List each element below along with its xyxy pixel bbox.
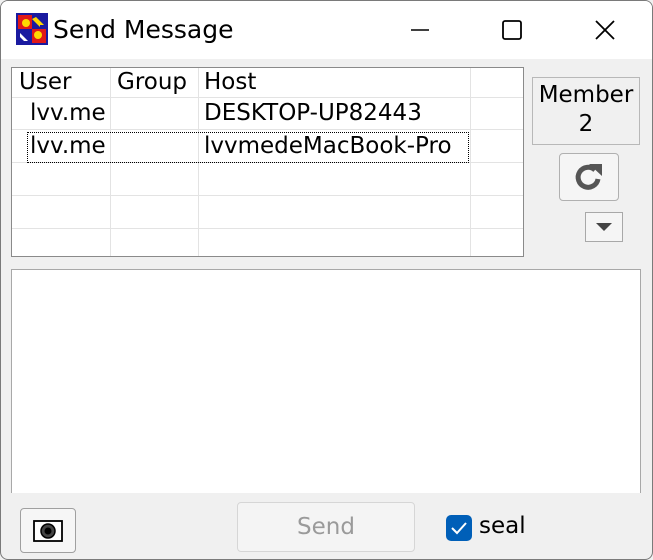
seal-checkbox[interactable] [446,515,472,541]
send-message-window: Send Message User Group Host lvv.me DESK… [0,0,653,560]
member-count-panel: Member 2 [532,77,640,145]
title-bar: Send Message [1,1,652,59]
close-icon [595,20,615,40]
maximize-button[interactable] [466,1,558,59]
dropdown-button[interactable] [585,212,623,242]
refresh-button[interactable] [559,153,619,201]
screenshot-button[interactable] [20,508,76,553]
member-count: 2 [578,111,594,137]
column-header-group[interactable]: Group [117,69,187,95]
refresh-icon [575,164,602,190]
cell-host: lvvmedeMacBook-Pro [204,133,452,159]
cell-host: DESKTOP-UP82443 [204,100,422,126]
column-header-host[interactable]: Host [204,69,256,95]
app-icon [16,13,48,45]
cell-user: lvv.me [30,133,106,159]
checkmark-icon [451,522,467,535]
host-list-grid[interactable]: User Group Host lvv.me DESKTOP-UP82443 l… [11,67,524,257]
minimize-icon [411,29,429,31]
camera-icon [33,519,63,542]
member-label: Member [538,82,634,108]
cell-user: lvv.me [30,100,106,126]
window-title: Send Message [53,15,234,44]
close-button[interactable] [559,1,651,59]
message-input[interactable] [11,269,641,493]
seal-label[interactable]: seal [479,513,526,539]
column-header-user[interactable]: User [19,69,71,95]
send-button[interactable]: Send [237,502,415,552]
triangle-down-icon [596,223,612,231]
minimize-button[interactable] [374,1,466,59]
maximize-icon [502,20,522,40]
